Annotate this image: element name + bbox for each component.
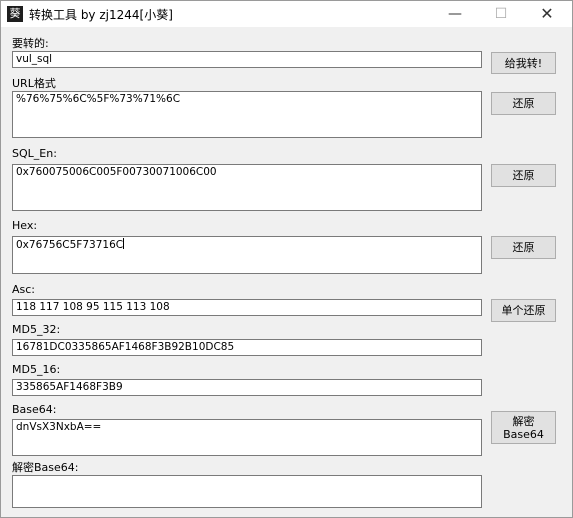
decrypt-button-line2: Base64	[503, 427, 544, 441]
md5-32-label: MD5_32:	[12, 323, 61, 336]
sqlen-field[interactable]: 0x760075006C005F00730071006C00	[12, 164, 482, 211]
text-caret	[123, 238, 125, 249]
maximize-button[interactable]: ☐	[478, 1, 524, 27]
restore-hex-button[interactable]: 还原	[491, 236, 556, 259]
decrypt-button-line1: 解密	[512, 414, 535, 428]
md5-32-field[interactable]: 16781DC0335865AF1468F3B92B10DC85	[12, 339, 482, 356]
sqlen-label: SQL_En:	[12, 147, 57, 160]
restore-sqlen-button[interactable]: 还原	[491, 164, 556, 187]
close-button[interactable]: ✕	[524, 1, 570, 27]
input-field[interactable]: vul_sql	[12, 51, 482, 68]
decode-base64-field[interactable]	[12, 475, 482, 508]
asc-label: Asc:	[12, 283, 36, 296]
asc-field[interactable]: 118 117 108 95 115 113 108	[12, 299, 482, 316]
converter-window: 葵 转换工具 by zj1244[小葵] — ☐ ✕ 要转的: vul_sql …	[0, 0, 573, 518]
decrypt-base64-button[interactable]: 解密 Base64	[491, 411, 556, 444]
base64-field[interactable]: dnVsX3NxbA==	[12, 419, 482, 456]
input-label: 要转的:	[12, 37, 49, 50]
restore-url-button[interactable]: 还原	[491, 92, 556, 115]
app-icon: 葵	[7, 6, 23, 22]
md5-16-label: MD5_16:	[12, 363, 61, 376]
minimize-button[interactable]: —	[432, 1, 478, 27]
md5-16-field[interactable]: 335865AF1468F3B9	[12, 379, 482, 396]
convert-button[interactable]: 给我转!	[491, 52, 556, 74]
url-label: URL格式	[12, 77, 56, 90]
base64-label: Base64:	[12, 403, 57, 416]
decode-base64-label: 解密Base64:	[12, 461, 79, 474]
hex-value: 0x76756C5F73716C	[16, 239, 124, 251]
hex-field[interactable]: 0x76756C5F73716C	[12, 236, 482, 274]
url-field[interactable]: %76%75%6C%5F%73%71%6C	[12, 91, 482, 138]
title-bar[interactable]: 葵 转换工具 by zj1244[小葵] — ☐ ✕	[1, 1, 572, 27]
window-title: 转换工具 by zj1244[小葵]	[29, 8, 173, 22]
hex-label: Hex:	[12, 219, 38, 232]
single-restore-button[interactable]: 单个还原	[491, 299, 556, 322]
